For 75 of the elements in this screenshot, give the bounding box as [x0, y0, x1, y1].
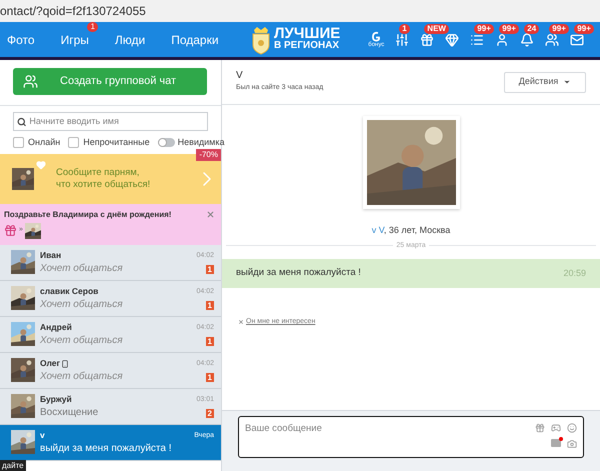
message-preview: Хочет общаться	[40, 334, 124, 347]
checkbox[interactable]	[13, 137, 24, 148]
contact-name: славик Серов	[40, 285, 98, 298]
filter-label: Непрочитанные	[83, 136, 150, 149]
address-bar[interactable]: ontact/?qoid=f2f130724055	[0, 0, 600, 22]
tooltip: дайте	[0, 460, 26, 471]
count-badge: 99+	[499, 24, 519, 34]
contact-name: Иван	[40, 249, 62, 262]
mail-icon[interactable]	[570, 32, 584, 46]
gift-icon[interactable]	[535, 423, 545, 433]
camera-icon[interactable]	[567, 439, 577, 449]
actions-dropdown[interactable]: Действия	[504, 72, 586, 92]
smile-icon[interactable]	[567, 423, 577, 433]
message-preview: Хочет общаться	[40, 298, 124, 311]
message-preview: Восхищение	[40, 406, 100, 419]
caret-icon	[563, 78, 572, 86]
filter-label: Онлайн	[28, 136, 60, 149]
message-preview: Хочет общаться	[40, 370, 124, 383]
contact-name: Буржуй	[40, 393, 72, 406]
nav-link[interactable]: Подарки	[171, 32, 219, 46]
users-icon[interactable]	[545, 32, 560, 46]
nav-link[interactable]: Фото	[7, 32, 35, 46]
shield-icon	[251, 24, 271, 54]
close-icon[interactable]	[206, 210, 215, 218]
gift-icon	[4, 224, 17, 237]
gift-icon[interactable]	[420, 32, 434, 46]
nav-link[interactable]: Люди	[114, 32, 146, 46]
count-badge: NEW	[424, 24, 449, 34]
bell-icon[interactable]	[520, 32, 534, 46]
search-input[interactable]: Начните вводить имя	[29, 114, 204, 128]
message-time: 20:59	[563, 266, 586, 280]
user-icon[interactable]	[495, 32, 510, 46]
message-text: выйди за меня пожалуйста !	[236, 266, 361, 280]
contact-name: Олег	[40, 357, 60, 370]
search-icon	[17, 116, 26, 126]
promo-text: Сообщите парням, что хотите общаться!	[56, 166, 150, 190]
unread-badge: 1	[206, 265, 214, 274]
message-field[interactable]: Ваше сообщение	[238, 416, 584, 458]
unread-badge: 2	[206, 409, 214, 418]
contact-name: v	[40, 429, 45, 442]
count-badge: 99+	[574, 24, 594, 34]
heart-icon	[36, 160, 46, 170]
unread-badge: 1	[206, 337, 214, 346]
unread-badge: 1	[206, 301, 214, 310]
search-field[interactable]: Начните вводить имя	[13, 112, 208, 131]
create-group-chat-button[interactable]: Создать групповой чат	[13, 68, 207, 95]
list-icon[interactable]	[470, 32, 484, 46]
phone-icon	[61, 360, 70, 368]
site-logo[interactable]: ЛУЧШИЕ В РЕГИОНАХ	[251, 24, 340, 54]
gamepad-icon[interactable]	[551, 423, 561, 433]
profile-link[interactable]: v V	[372, 225, 384, 235]
count-badge: 1	[399, 24, 410, 34]
sliders-icon[interactable]	[395, 32, 410, 46]
group-icon	[23, 74, 38, 89]
gem-icon[interactable]	[445, 32, 460, 46]
chat-title: V	[236, 70, 244, 82]
filter-label: Невидимка	[178, 136, 225, 149]
discount-badge: -70%	[196, 148, 221, 160]
count-badge: 24	[524, 24, 540, 34]
logo-line: ЛУЧШИЕ	[274, 28, 340, 40]
birthday-text: Поздравьте Владимира с днём рождения!	[4, 208, 172, 220]
logo-line: В РЕГИОНАХ	[274, 40, 340, 52]
close-icon	[238, 319, 244, 326]
message-preview: выйди за меня пожалуйста !	[40, 442, 172, 455]
contact-name: Андрей	[40, 321, 72, 334]
checkbox[interactable]	[68, 137, 80, 148]
message-input[interactable]: Ваше сообщение	[245, 423, 535, 435]
unread-badge: 1	[206, 373, 214, 382]
profile-caption: v V, 36 лет, Москва	[372, 224, 450, 237]
message-preview: Хочет общаться	[40, 262, 124, 275]
toggle-switch[interactable]	[158, 138, 175, 148]
count-badge: 99+	[474, 24, 494, 34]
gif-icon[interactable]	[551, 439, 561, 447]
count-badge: 99+	[549, 24, 569, 34]
nav-link[interactable]: Игры	[60, 32, 89, 46]
